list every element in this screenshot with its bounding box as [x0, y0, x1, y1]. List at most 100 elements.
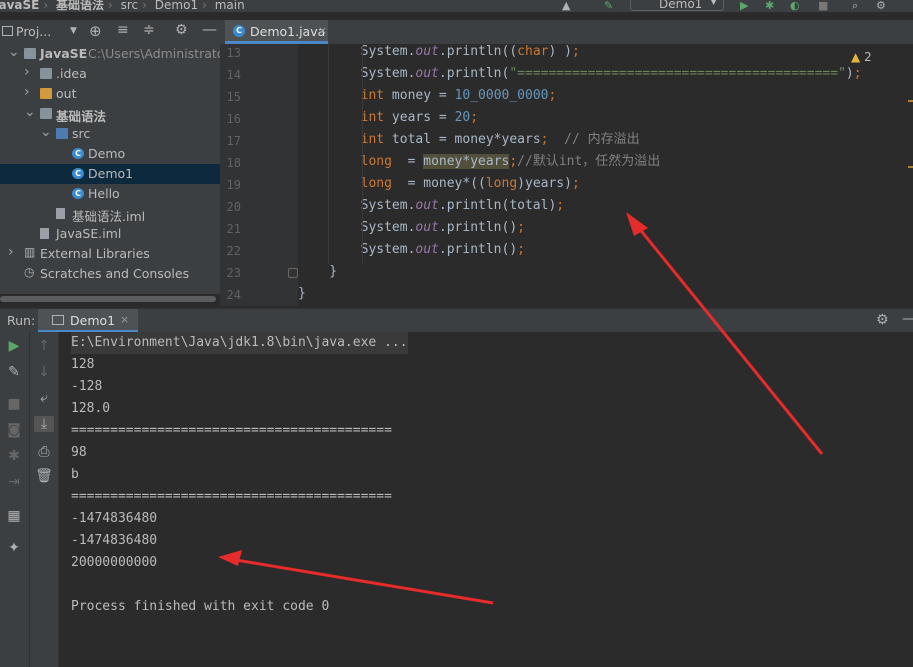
minimize-icon[interactable]: —	[902, 311, 913, 327]
code-line[interactable]: }	[298, 283, 306, 305]
file-icon	[56, 208, 65, 219]
rerun-icon[interactable]: ▶	[4, 338, 24, 354]
settings-icon[interactable]: ⚙	[175, 22, 188, 38]
code-line[interactable]: System.out.println(total);	[298, 195, 565, 217]
error-stripe-mark[interactable]	[908, 100, 913, 102]
wrench-icon[interactable]: ✎	[4, 364, 24, 380]
breadcrumb-project[interactable]: JavaSE	[0, 0, 39, 12]
stop-icon[interactable]: ■	[4, 396, 24, 412]
print-icon[interactable]: ⎙	[34, 444, 54, 460]
gear-icon[interactable]: ⚙	[876, 0, 886, 12]
line-number: 16	[226, 112, 241, 126]
code-line[interactable]: }	[298, 261, 337, 283]
tree-item[interactable]: ⌄ 基础语法	[0, 104, 220, 124]
chevron-down-icon[interactable]: ⌄	[40, 124, 52, 140]
horizontal-scrollbar[interactable]	[0, 296, 216, 302]
console-command-line: E:\Environment\Java\jdk1.8\bin\java.exe …	[71, 332, 408, 354]
camera-icon[interactable]: ◙	[4, 422, 24, 438]
chevron-right-icon[interactable]: ›	[8, 244, 14, 260]
minimize-icon[interactable]: —	[202, 20, 217, 38]
code-editor[interactable]: System.out.println((char) ); System.out.…	[298, 44, 913, 306]
close-icon[interactable]: ×	[318, 24, 327, 37]
project-tree[interactable]: ⌄ JavaSE C:\Users\Administrato › .idea › out ⌄ 基…	[0, 44, 220, 294]
layout-icon[interactable]: ▦	[4, 508, 24, 524]
scroll-to-end-icon[interactable]: ⤓	[34, 416, 54, 432]
tree-item[interactable]: 基础语法.iml	[0, 204, 220, 224]
breadcrumb-src[interactable]: src	[121, 0, 139, 12]
console-line: 98	[71, 445, 87, 460]
tree-item[interactable]: › out	[0, 84, 220, 104]
run-actions-toolbar: ▶ ✎ ■ ◙ ✱ ⇥ ▦ ✦	[0, 332, 30, 667]
stop-icon[interactable]: ■	[818, 0, 828, 12]
tree-item[interactable]: C Demo1	[0, 164, 220, 184]
tree-item[interactable]: ⌄ JavaSE C:\Users\Administrato	[0, 44, 220, 64]
tree-item-label: External Libraries	[40, 246, 150, 261]
chevron-down-icon[interactable]: ⌄	[8, 44, 20, 60]
tree-item[interactable]: › .idea	[0, 64, 220, 84]
code-line[interactable]: System.out.println("====================…	[298, 63, 862, 85]
run-icon[interactable]: ▶	[740, 0, 748, 12]
search-icon[interactable]: ⌕	[852, 0, 858, 12]
breadcrumb-method[interactable]: main	[215, 0, 245, 12]
locate-icon[interactable]: ⊕	[89, 22, 102, 40]
code-line[interactable]: long = money*years;//默认int，任然为溢出	[298, 151, 660, 173]
fold-marker-icon[interactable]	[288, 268, 298, 278]
breadcrumb-separator: ›	[142, 0, 147, 12]
code-line[interactable]: int years = 20;	[298, 107, 478, 129]
run-tab-demo1[interactable]: Demo1 ×	[38, 309, 138, 333]
coverage-icon[interactable]: ◐	[790, 0, 800, 12]
debug-icon[interactable]: ✱	[765, 0, 774, 12]
editor-gutter: 13 14 15 16 17 18 19 20 21 22 23 24	[220, 44, 298, 306]
run-tool-window-header: Run: Demo1 × ⚙ —	[0, 308, 913, 333]
chevron-down-icon[interactable]: ⌄	[24, 104, 36, 120]
tree-item[interactable]: JavaSE.iml	[0, 224, 220, 244]
tree-item-path: C:\Users\Administrato	[88, 46, 220, 61]
chevron-right-icon[interactable]: ›	[24, 64, 30, 80]
console-line: Process finished with exit code 0	[71, 599, 330, 614]
tree-item-label: JavaSE	[40, 46, 88, 61]
tree-item[interactable]: › ▥ External Libraries	[0, 244, 220, 264]
tree-item[interactable]: C Demo	[0, 144, 220, 164]
editor-tab-bar: C Demo1.java ×	[220, 20, 913, 45]
arrow-down-icon[interactable]: ↓	[34, 364, 54, 380]
build-hammer-icon[interactable]: ✎	[604, 0, 613, 12]
chevron-down-icon[interactable]: ▼	[70, 26, 77, 36]
code-line[interactable]: System.out.println();	[298, 217, 525, 239]
line-number: 24	[226, 288, 241, 302]
chevron-right-icon[interactable]: ›	[24, 84, 30, 100]
breadcrumb-separator: ›	[107, 0, 113, 12]
error-stripe-mark[interactable]	[908, 166, 913, 168]
project-view-title[interactable]: Proj...	[16, 24, 51, 39]
tree-item[interactable]: ◷ Scratches and Consoles	[0, 264, 220, 284]
tab-demo1-java[interactable]: C Demo1.java ×	[225, 20, 328, 44]
java-class-icon: C	[72, 188, 84, 199]
file-icon	[40, 228, 49, 239]
breadcrumb-separator: ›	[202, 0, 207, 12]
code-line[interactable]: System.out.println((char) );	[298, 44, 580, 63]
collapse-all-icon[interactable]: ≡	[117, 22, 129, 38]
code-line[interactable]: int total = money*years; // 内存溢出	[298, 129, 640, 151]
console-line: 128	[71, 357, 95, 372]
trash-icon[interactable]: 🗑	[34, 468, 54, 484]
tree-item[interactable]: ⌄ src	[0, 124, 220, 144]
soft-wrap-icon[interactable]: ⤶	[34, 390, 54, 406]
arrow-up-icon[interactable]: ↑	[34, 338, 54, 354]
run-configuration-select[interactable]: Demo1 ▼	[630, 0, 724, 11]
breadcrumb-class[interactable]: Demo1	[155, 0, 198, 12]
code-line[interactable]: int money = 10_0000_0000;	[298, 85, 557, 107]
breadcrumb-module[interactable]: 基础语法	[56, 0, 104, 12]
console-output[interactable]: E:\Environment\Java\jdk1.8\bin\java.exe …	[59, 332, 913, 667]
debug-icon[interactable]: ✱	[4, 448, 24, 464]
tree-item-label: Demo1	[88, 166, 134, 181]
line-number: 19	[226, 178, 241, 192]
close-icon[interactable]: ×	[120, 313, 129, 326]
user-icon[interactable]: ▲	[562, 0, 570, 12]
exit-icon[interactable]: ⇥	[4, 474, 24, 490]
pin-icon[interactable]: ✦	[4, 540, 24, 556]
tree-item[interactable]: C Hello	[0, 184, 220, 204]
inspection-warnings[interactable]: ▲ 2	[851, 50, 872, 64]
code-line[interactable]: System.out.println();	[298, 239, 525, 261]
code-line[interactable]: long = money*((long)years);	[298, 173, 580, 195]
gear-icon[interactable]: ⚙	[876, 312, 889, 328]
expand-all-icon[interactable]: ≑	[143, 22, 155, 38]
